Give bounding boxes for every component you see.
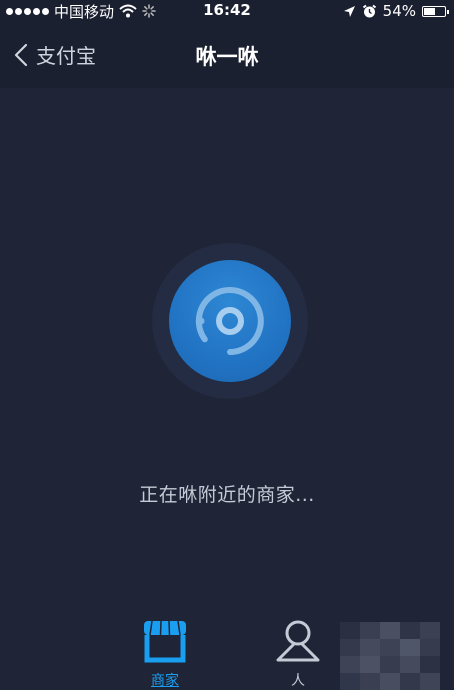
battery-icon	[422, 5, 449, 17]
tab-people[interactable]: 人	[258, 618, 338, 690]
tab-people-label: 人	[291, 673, 305, 689]
battery-percentage: 54%	[382, 2, 416, 20]
location-arrow-icon	[343, 5, 355, 17]
tab-merchants-label: 商家	[151, 673, 179, 689]
person-icon	[276, 620, 320, 662]
battery-level-fill	[424, 7, 435, 15]
radar-swoosh-icon	[195, 287, 264, 355]
status-right: 54%	[343, 1, 449, 21]
storefront-icon	[144, 620, 186, 663]
page-title: 咻一咻	[195, 45, 259, 69]
pixelated-mosaic-patch	[340, 622, 440, 690]
navigation-bar: 支付宝 咻一咻	[0, 22, 454, 88]
tab-merchants[interactable]: 商家	[125, 618, 205, 690]
xiu-scan-button[interactable]	[169, 260, 291, 382]
scan-area	[152, 243, 308, 399]
alarm-clock-icon	[362, 4, 376, 17]
scanning-status-text: 正在咻附近的商家...	[139, 484, 315, 506]
status-bar: 中国移动 16:42 54%	[0, 0, 454, 22]
